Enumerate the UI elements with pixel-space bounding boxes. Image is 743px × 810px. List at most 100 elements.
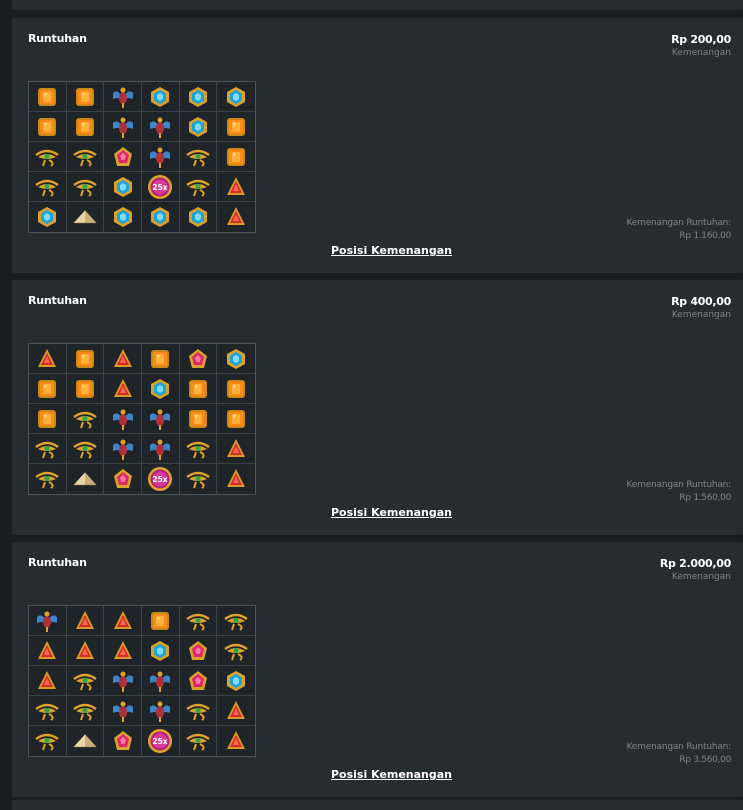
scarab-icon: [142, 142, 180, 172]
scarab-icon: [29, 606, 67, 636]
blue-gem-icon: [217, 666, 255, 696]
scarab-icon: [104, 112, 142, 142]
multiplier-icon: 25x: [142, 464, 180, 494]
orange-gem-icon: [29, 374, 67, 404]
pyramid-icon: [67, 464, 105, 494]
pyramid-icon: [67, 726, 105, 756]
win-amount-label: Kemenangan: [671, 572, 731, 582]
pink-gem-icon: [104, 142, 142, 172]
orange-gem-icon: [217, 404, 255, 434]
cascade-panel-2: Runtuhan Rp 400,00 Kemenangan 25x Kemena…: [12, 280, 743, 535]
symbol-grid: 25x: [28, 343, 256, 495]
next-panel-edge: [12, 800, 743, 810]
win-amount-label: Kemenangan: [671, 48, 731, 58]
blue-gem-icon: [179, 82, 218, 112]
pink-gem-icon: [104, 726, 142, 756]
multiplier-icon: 25x: [142, 172, 180, 202]
blue-gem-icon: [29, 202, 67, 232]
cascade-win-label: Kemenangan Runtuhan:: [626, 742, 732, 752]
blue-gem-icon: [179, 112, 218, 142]
blue-gem-icon: [217, 82, 255, 112]
eye-of-horus-icon: [179, 172, 218, 202]
cascade-win-label: Kemenangan Runtuhan:: [626, 218, 732, 228]
orange-gem-icon: [217, 112, 255, 142]
previous-panel-edge: [12, 0, 743, 10]
panel-title: Runtuhan: [28, 294, 87, 307]
eye-of-horus-icon: [29, 464, 67, 494]
red-gem-icon: [217, 172, 255, 202]
cascade-win-value: Rp 1.160,00: [679, 231, 731, 241]
orange-gem-icon: [142, 606, 180, 636]
blue-gem-icon: [104, 172, 142, 202]
red-gem-icon: [104, 636, 142, 666]
cascade-win-value: Rp 3.560,00: [679, 755, 731, 765]
winning-positions-link[interactable]: Posisi Kemenangan: [331, 506, 452, 519]
winning-positions-link[interactable]: Posisi Kemenangan: [331, 768, 452, 781]
eye-of-horus-icon: [66, 404, 105, 434]
orange-gem-icon: [179, 404, 218, 434]
eye-of-horus-icon: [179, 434, 218, 464]
scarab-icon: [104, 696, 142, 726]
scarab-icon: [142, 666, 180, 696]
scarab-icon: [142, 112, 180, 142]
multiplier-icon: 25x: [142, 726, 180, 756]
blue-gem-icon: [142, 636, 180, 666]
symbol-grid: 25x: [28, 81, 256, 233]
winning-positions-link[interactable]: Posisi Kemenangan: [331, 244, 452, 257]
multiplier-label: 25x: [153, 737, 168, 746]
red-gem-icon: [217, 202, 255, 232]
red-gem-icon: [217, 726, 255, 756]
eye-of-horus-icon: [179, 142, 218, 172]
orange-gem-icon: [217, 142, 255, 172]
red-gem-icon: [104, 344, 142, 374]
pink-gem-icon: [104, 464, 142, 494]
panel-title: Runtuhan: [28, 32, 87, 45]
eye-of-horus-icon: [180, 464, 218, 494]
symbol-grid: 25x: [28, 605, 256, 757]
eye-of-horus-icon: [66, 666, 105, 696]
eye-of-horus-icon: [66, 696, 105, 726]
cascade-win-label: Kemenangan Runtuhan:: [626, 480, 732, 490]
orange-gem-icon: [179, 374, 218, 404]
blue-gem-icon: [142, 82, 180, 112]
red-gem-icon: [29, 636, 67, 666]
panel-title: Runtuhan: [28, 556, 87, 569]
cascade-panel-1: Runtuhan Rp 200,00 Kemenangan 25x Kemena…: [12, 18, 743, 273]
eye-of-horus-icon: [29, 434, 67, 464]
eye-of-horus-icon: [66, 142, 105, 172]
orange-gem-icon: [66, 82, 105, 112]
scarab-icon: [104, 434, 142, 464]
win-amount: Rp 400,00: [671, 295, 731, 308]
blue-gem-icon: [180, 202, 218, 232]
red-gem-icon: [104, 374, 142, 404]
red-gem-icon: [217, 434, 255, 464]
orange-gem-icon: [217, 374, 255, 404]
blue-gem-icon: [142, 374, 180, 404]
red-gem-icon: [66, 636, 105, 666]
win-amount-label: Kemenangan: [671, 310, 731, 320]
cascade-win-value: Rp 1.560,00: [679, 493, 731, 503]
blue-gem-icon: [104, 202, 142, 232]
multiplier-label: 25x: [153, 182, 168, 191]
eye-of-horus-icon: [29, 142, 67, 172]
scarab-icon: [104, 666, 142, 696]
cascade-panel-3: Runtuhan Rp 2.000,00 Kemenangan 25x Keme…: [12, 542, 743, 797]
orange-gem-icon: [66, 344, 105, 374]
orange-gem-icon: [66, 374, 105, 404]
orange-gem-icon: [29, 404, 67, 434]
eye-of-horus-icon: [179, 606, 218, 636]
eye-of-horus-icon: [29, 696, 67, 726]
eye-of-horus-icon: [180, 726, 218, 756]
orange-gem-icon: [29, 112, 67, 142]
scarab-icon: [142, 434, 180, 464]
red-gem-icon: [29, 666, 67, 696]
red-gem-icon: [217, 696, 255, 726]
eye-of-horus-icon: [217, 606, 255, 636]
scarab-icon: [142, 404, 180, 434]
blue-gem-icon: [142, 202, 180, 232]
orange-gem-icon: [66, 112, 105, 142]
eye-of-horus-icon: [29, 726, 67, 756]
scarab-icon: [104, 404, 142, 434]
red-gem-icon: [217, 464, 255, 494]
red-gem-icon: [29, 344, 67, 374]
